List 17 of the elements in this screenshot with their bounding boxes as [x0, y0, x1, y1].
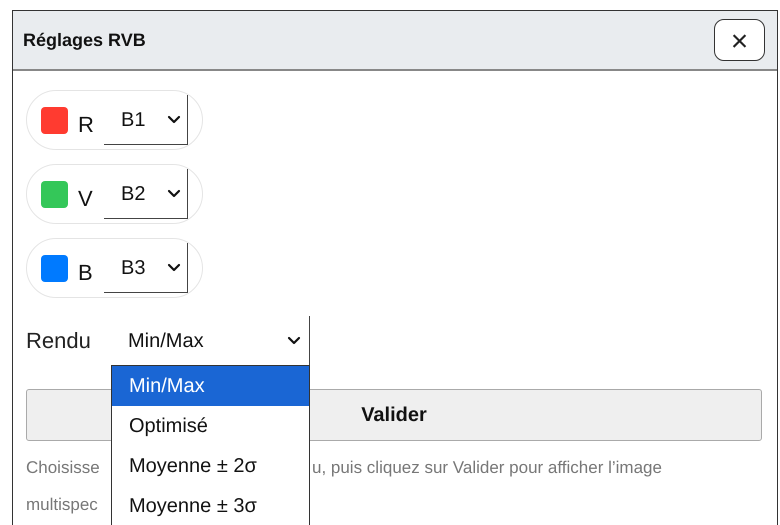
render-label: Rendu [26, 327, 92, 355]
help-text: multispec [26, 494, 99, 516]
channel-letter: R [78, 110, 95, 138]
help-text: u, puis cliquez sur Valider pour afficher l’image [312, 457, 663, 479]
band-select[interactable]: B2 [104, 169, 188, 219]
chevron-icon [287, 336, 301, 345]
band-select[interactable]: B1 [104, 95, 188, 145]
dialog-title: Réglages RVB [23, 28, 146, 52]
band-select[interactable]: B3 [104, 243, 188, 293]
dropdown-option[interactable]: Min/Max [112, 366, 309, 406]
chevron-icon [167, 115, 181, 124]
chevron-icon [167, 263, 181, 272]
help-text: Choisisse [26, 457, 101, 479]
channel-letter: B [78, 258, 94, 286]
channel-letter: V [78, 184, 94, 212]
close-button[interactable]: × [714, 19, 765, 61]
chevron-icon [167, 189, 181, 198]
